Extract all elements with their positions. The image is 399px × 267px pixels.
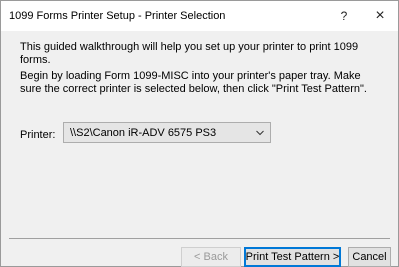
printer-setup-dialog: 1099 Forms Printer Setup - Printer Selec… [0, 0, 399, 267]
close-icon[interactable]: × [363, 1, 397, 31]
instructions-text: Begin by loading Form 1099-MISC into you… [20, 70, 367, 95]
back-button[interactable]: < Back [181, 247, 241, 267]
print-test-pattern-button[interactable]: Print Test Pattern > [244, 247, 341, 267]
chevron-down-icon [256, 130, 264, 136]
dialog-body: This guided walkthrough will help you se… [1, 31, 398, 267]
printer-label: Printer: [20, 129, 56, 141]
intro-text: This guided walkthrough will help you se… [20, 41, 359, 66]
printer-dropdown[interactable]: \\S2\Canon iR-ADV 6575 PS3 [63, 122, 271, 143]
window-title: 1099 Forms Printer Setup - Printer Selec… [9, 10, 226, 22]
printer-selected-value: \\S2\Canon iR-ADV 6575 PS3 [70, 127, 217, 139]
footer-divider [9, 238, 390, 239]
cancel-button[interactable]: Cancel [348, 247, 391, 267]
title-bar: 1099 Forms Printer Setup - Printer Selec… [1, 1, 398, 31]
help-icon[interactable]: ? [327, 1, 361, 31]
